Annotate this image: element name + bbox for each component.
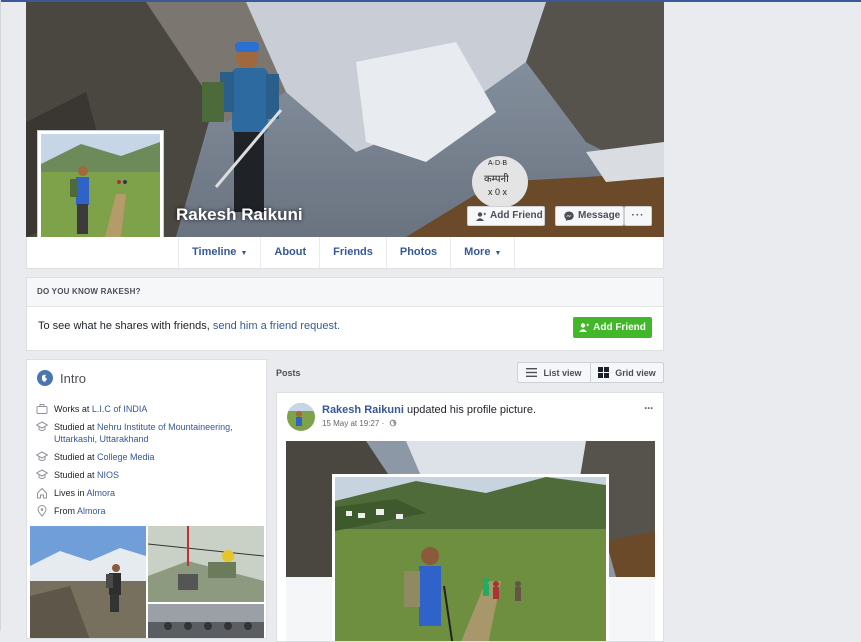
briefcase-icon	[36, 404, 48, 414]
intro-work-prefix: Works at	[54, 404, 92, 414]
do-you-know-heading: DO YOU KNOW RAKESH?	[27, 278, 663, 307]
add-friend-label: Add Friend	[490, 210, 543, 221]
post-action: updated his profile picture.	[403, 404, 537, 416]
intro-photo[interactable]	[148, 526, 264, 602]
friend-request-link[interactable]: send him a friend request.	[213, 320, 340, 332]
intro-work-link[interactable]: L.I.C of INDIA	[92, 404, 148, 414]
message-button[interactable]: Message	[555, 206, 624, 226]
messenger-icon	[564, 211, 574, 221]
list-view-button[interactable]: List view	[518, 363, 590, 382]
add-person-icon	[579, 323, 590, 332]
post-card: Rakesh Raikuni updated his profile pictu…	[276, 392, 664, 642]
intro-from-prefix: From	[54, 506, 78, 516]
tab-timeline-label: Timeline	[192, 246, 237, 258]
location-pin-icon	[37, 505, 47, 517]
tab-more-label: More	[464, 246, 491, 258]
tab-friends[interactable]: Friends	[319, 237, 386, 268]
intro-lives-prefix: Lives in	[54, 488, 87, 498]
intro-lives-row: Lives in Almora	[36, 487, 261, 499]
intro-heading: Intro	[37, 370, 86, 386]
post-time-text: 15 May at 19:27 ·	[322, 419, 385, 428]
intro-title: Intro	[60, 370, 87, 386]
intro-study-link[interactable]: College Media	[97, 452, 155, 462]
posts-heading: Posts	[276, 368, 301, 378]
intro-study-row: Studied at Nehru Institute of Mountainee…	[36, 421, 261, 445]
profile-name[interactable]: Rakesh Raikuni	[176, 205, 303, 225]
tab-more[interactable]: More ▼	[450, 237, 516, 268]
view-toggle: List view Grid view	[517, 362, 664, 383]
intro-study-link[interactable]: NIOS	[97, 470, 119, 480]
intro-from-link[interactable]: Almora	[77, 506, 106, 516]
post-avatar[interactable]	[287, 403, 315, 431]
svg-text:कम्पनी: कम्पनी	[484, 173, 509, 185]
globe-icon	[37, 370, 53, 386]
intro-study-prefix: Studied at	[54, 422, 98, 432]
intro-study-prefix: Studied at	[54, 470, 98, 480]
list-view-label: List view	[543, 367, 582, 378]
post-timestamp[interactable]: 15 May at 19:27 ·	[322, 419, 397, 428]
graduation-cap-icon	[36, 451, 48, 461]
chevron-down-icon: ▼	[494, 250, 502, 257]
home-icon	[37, 487, 47, 499]
graduation-cap-icon	[36, 469, 48, 479]
grid-view-icon	[598, 367, 610, 378]
grid-view-button[interactable]: Grid view	[590, 363, 663, 382]
more-options-button[interactable]: ···	[624, 206, 652, 226]
post-image[interactable]	[286, 441, 655, 641]
grid-view-label: Grid view	[615, 367, 656, 378]
tab-about[interactable]: About	[260, 237, 319, 268]
chevron-down-icon: ▼	[240, 250, 248, 257]
intro-photo-grid	[30, 526, 264, 638]
intro-study-prefix: Studied at	[54, 452, 98, 462]
globe-icon	[389, 419, 396, 427]
post-author[interactable]: Rakesh Raikuni	[322, 404, 404, 416]
tab-timeline[interactable]: Timeline ▼	[178, 237, 260, 268]
graduation-cap-icon	[36, 421, 48, 431]
profile-picture-image	[41, 134, 160, 253]
message-label: Message	[578, 210, 621, 221]
svg-text:x 0 x: x 0 x	[488, 187, 508, 197]
intro-details-list: Works at L.I.C of INDIA Studied at Nehru…	[36, 403, 261, 523]
intro-panel: Intro Works at L.I.C of INDIA Studied at…	[26, 359, 267, 639]
profile-nav-bar: Timeline ▼ About Friends Photos More ▼	[26, 237, 664, 269]
svg-text:A·D·B: A·D·B	[488, 160, 507, 167]
intro-study-row: Studied at NIOS	[36, 469, 261, 481]
post-options-button[interactable]: ···	[644, 401, 654, 415]
intro-photo[interactable]	[148, 604, 264, 638]
do-you-know-text: To see what he shares with friends, send…	[38, 320, 340, 332]
list-view-icon	[526, 368, 538, 377]
intro-study-row: Studied at College Media	[36, 451, 261, 463]
intro-from-row: From Almora	[36, 505, 261, 517]
do-you-know-panel: DO YOU KNOW RAKESH? To see what he share…	[26, 277, 664, 351]
post-header: Rakesh Raikuni updated his profile pictu…	[322, 404, 536, 416]
intro-work-row: Works at L.I.C of INDIA	[36, 403, 261, 415]
intro-photo[interactable]	[30, 526, 146, 638]
add-friend-green-label: Add Friend	[593, 322, 646, 333]
add-friend-button[interactable]: Add Friend	[467, 206, 545, 226]
page-edge	[0, 0, 1, 631]
tab-photos[interactable]: Photos	[385, 237, 450, 268]
do-you-know-prefix: To see what he shares with friends,	[38, 320, 213, 332]
add-friend-green-button[interactable]: Add Friend	[573, 317, 652, 338]
intro-lives-link[interactable]: Almora	[87, 488, 116, 498]
add-person-icon	[476, 211, 486, 221]
